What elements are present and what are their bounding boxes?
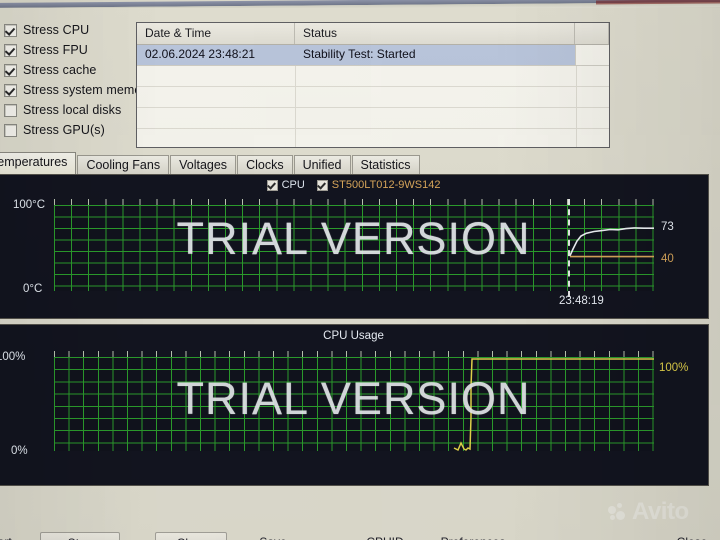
cell-status: Stability Test: Started — [303, 47, 416, 61]
save-button[interactable]: Save — [240, 532, 306, 540]
close-button[interactable]: Close — [660, 532, 720, 540]
column-header-datetime[interactable]: Date & Time — [137, 23, 295, 44]
stress-option-local-disks[interactable]: Stress local disks — [4, 100, 142, 120]
checkbox-icon[interactable] — [4, 83, 17, 97]
checkbox-icon[interactable] — [316, 179, 328, 191]
event-log-table[interactable]: Date & Time Status 02.06.2024 23:48:21 S… — [136, 22, 610, 148]
table-row[interactable]: 02.06.2024 23:48:21 Stability Test: Star… — [137, 45, 609, 66]
cpu-usage-graph: CPU Usage 100% 0% 100% TRIAL VERSION — [0, 324, 709, 486]
cell-datetime: 02.06.2024 23:48:21 — [145, 47, 256, 61]
table-empty-row — [137, 87, 609, 108]
stress-option-label: Stress cache — [23, 63, 97, 77]
temp-graph-timestamp: 23:48:19 — [559, 295, 604, 307]
table-empty-row — [137, 108, 609, 129]
tab-clocks[interactable]: Clocks — [237, 155, 293, 174]
cpu-usage-title: CPU Usage — [323, 330, 384, 342]
legend-item-cpu[interactable]: CPU — [266, 179, 305, 191]
tab-temperatures[interactable]: Temperatures — [0, 152, 77, 174]
button-bar: Start Stop Clear Save CPUID Preferences … — [0, 532, 720, 540]
column-header-status[interactable]: Status — [295, 23, 575, 44]
stress-option-label: Stress CPU — [23, 23, 90, 37]
legend-label-cpu: CPU — [281, 179, 305, 191]
avito-logo-icon — [608, 503, 628, 521]
stress-option-system-memory[interactable]: Stress system memory — [4, 80, 152, 100]
tab-voltages[interactable]: Voltages — [170, 155, 237, 174]
graph-tab-bar: Temperatures Cooling Fans Voltages Clock… — [0, 152, 421, 174]
stop-button[interactable]: Stop — [40, 532, 120, 540]
checkbox-icon[interactable] — [4, 123, 17, 137]
tab-statistics[interactable]: Statistics — [351, 155, 420, 174]
screen-photo: Stress CPU Stress FPU Stress cache Stres… — [0, 0, 720, 540]
clear-button[interactable]: Clear — [155, 532, 227, 540]
table-empty-row — [137, 66, 609, 87]
stability-test-window: Stress CPU Stress FPU Stress cache Stres… — [0, 8, 720, 540]
cpu-axis-max-label: 100% — [0, 351, 26, 363]
cpuid-button[interactable]: CPUID — [352, 532, 418, 540]
legend-item-hdd[interactable]: ST500LT012-9WS142 — [316, 179, 441, 191]
stress-option-label: Stress system memory — [23, 83, 153, 97]
stress-option-cache[interactable]: Stress cache — [4, 60, 142, 80]
avito-watermark: Avito — [608, 498, 689, 526]
checkbox-icon[interactable] — [266, 179, 278, 191]
stress-option-label: Stress FPU — [23, 43, 88, 57]
avito-brand-text: Avito — [632, 498, 689, 525]
stress-option-fpu[interactable]: Stress FPU — [4, 40, 142, 60]
checkbox-icon[interactable] — [4, 23, 17, 37]
temperature-graph: CPU ST500LT012-9WS142 100°C 0°C 73 40 23… — [0, 174, 709, 319]
tab-unified[interactable]: Unified — [293, 155, 351, 174]
column-header-blank[interactable] — [575, 23, 609, 44]
start-button[interactable]: Start — [0, 532, 30, 540]
table-empty-row — [137, 129, 609, 147]
temp-axis-max-label: 100°C — [13, 199, 46, 211]
stress-option-label: Stress local disks — [23, 103, 122, 117]
checkbox-icon[interactable] — [4, 43, 17, 57]
stress-option-cpu[interactable]: Stress CPU — [4, 20, 142, 40]
temperature-legend: CPU ST500LT012-9WS142 — [0, 179, 708, 191]
temp-axis-min-label: 0°C — [23, 283, 43, 295]
stress-option-gpu[interactable]: Stress GPU(s) — [4, 120, 142, 140]
stress-option-label: Stress GPU(s) — [23, 123, 105, 137]
table-header-row: Date & Time Status — [137, 23, 609, 45]
cell-blank — [575, 45, 609, 65]
tab-cooling-fans[interactable]: Cooling Fans — [77, 155, 170, 174]
legend-label-hdd: ST500LT012-9WS142 — [331, 179, 441, 191]
trial-version-watermark: TRIAL VERSION — [176, 213, 531, 264]
trial-version-watermark: TRIAL VERSION — [176, 373, 531, 424]
stress-options-list: Stress CPU Stress FPU Stress cache Stres… — [4, 20, 152, 140]
preferences-button[interactable]: Preferences — [430, 532, 516, 540]
cpu-axis-min-label: 0% — [11, 445, 28, 457]
checkbox-icon[interactable] — [4, 103, 17, 117]
checkbox-icon[interactable] — [4, 63, 17, 77]
